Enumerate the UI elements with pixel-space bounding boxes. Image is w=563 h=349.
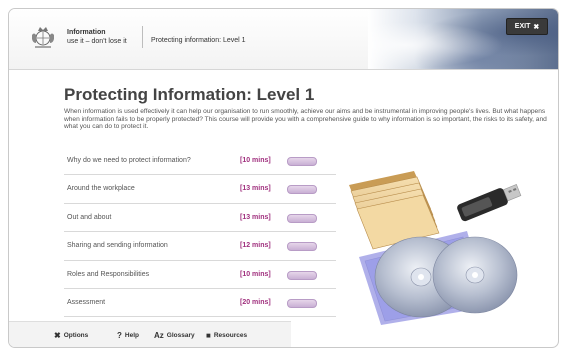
header: Information use it – don't lose it Prote… [9,9,558,70]
brand-tagline: use it – don't lose it [67,38,127,45]
exit-label: EXIT [514,23,531,30]
module-duration: [13 mins] [240,185,271,193]
media-illustration [349,171,522,325]
wrench-icon: ✖ [54,331,61,340]
glossary-label: Glossary [166,332,195,339]
course-window: Information use it – don't lose it Prote… [8,8,559,348]
module-title: Why do we need to protect information? [67,157,191,164]
glossary-button[interactable]: Az Glossary [154,331,195,340]
intro-text: When information is used effectively it … [64,108,547,131]
module-title: Out and about [67,213,112,221]
options-button[interactable]: ✖ Options [54,331,88,340]
module-start-button[interactable] [287,270,317,280]
close-icon: ✖ [533,23,540,31]
header-divider [142,26,143,48]
brand-title: Information [67,29,106,36]
module-item-sharing[interactable]: Sharing and sending information [12 mins… [64,232,336,261]
course-label: Protecting information: Level 1 [151,37,246,44]
module-duration: [10 mins] [240,270,271,278]
usb-drive-icon [457,184,522,222]
module-title: Roles and Responsibilities [67,270,150,278]
page-title: Protecting Information: Level 1 [64,85,315,104]
options-label: Options [63,332,89,339]
module-list: Why do we need to protect information? [… [64,147,336,318]
module-duration: [13 mins] [240,213,271,221]
module-start-button[interactable] [287,298,317,308]
module-start-button[interactable] [287,185,317,195]
module-duration: [12 mins] [240,242,271,250]
footer-toolbar: ✖ Options ? Help Az Glossary ■ Resources [9,321,291,347]
module-item-assessment[interactable]: Assessment [20 mins] [64,289,336,318]
module-item-out-and-about[interactable]: Out and about [13 mins] [64,204,336,233]
module-start-button[interactable] [287,157,317,166]
module-duration: [10 mins] [240,157,271,164]
module-duration: [20 mins] [240,298,271,306]
resources-button[interactable]: ■ Resources [206,331,247,340]
brand-block: Information use it – don't lose it [67,28,127,46]
module-start-button[interactable] [287,242,317,252]
royal-crest-icon [32,27,54,48]
cd-disc-icon [374,236,518,318]
help-button[interactable]: ? Help [117,331,139,340]
exit-button[interactable]: EXIT ✖ [506,18,548,35]
question-icon: ? [117,331,122,340]
glossary-icon: Az [154,331,164,340]
module-start-button[interactable] [287,213,317,223]
module-title: Sharing and sending information [67,242,168,250]
module-item-workplace[interactable]: Around the workplace [13 mins] [64,175,336,204]
module-item-why-protect[interactable]: Why do we need to protect information? [… [64,147,336,176]
resources-label: Resources [213,332,248,339]
briefcase-icon: ■ [206,331,211,340]
help-label: Help [124,332,139,339]
module-title: Around the workplace [67,185,135,193]
module-item-roles[interactable]: Roles and Responsibilities [10 mins] [64,261,336,289]
module-title: Assessment [67,298,106,306]
